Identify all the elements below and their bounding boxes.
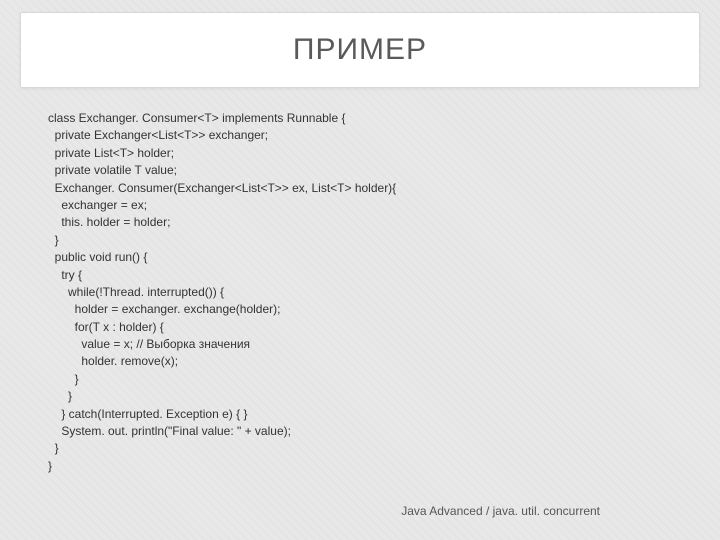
title-card: ПРИМЕР bbox=[20, 12, 700, 88]
footer-text: Java Advanced / java. util. concurrent bbox=[401, 504, 600, 518]
code-block: class Exchanger. Consumer<T> implements … bbox=[48, 110, 680, 475]
page-title: ПРИМЕР bbox=[293, 33, 427, 67]
